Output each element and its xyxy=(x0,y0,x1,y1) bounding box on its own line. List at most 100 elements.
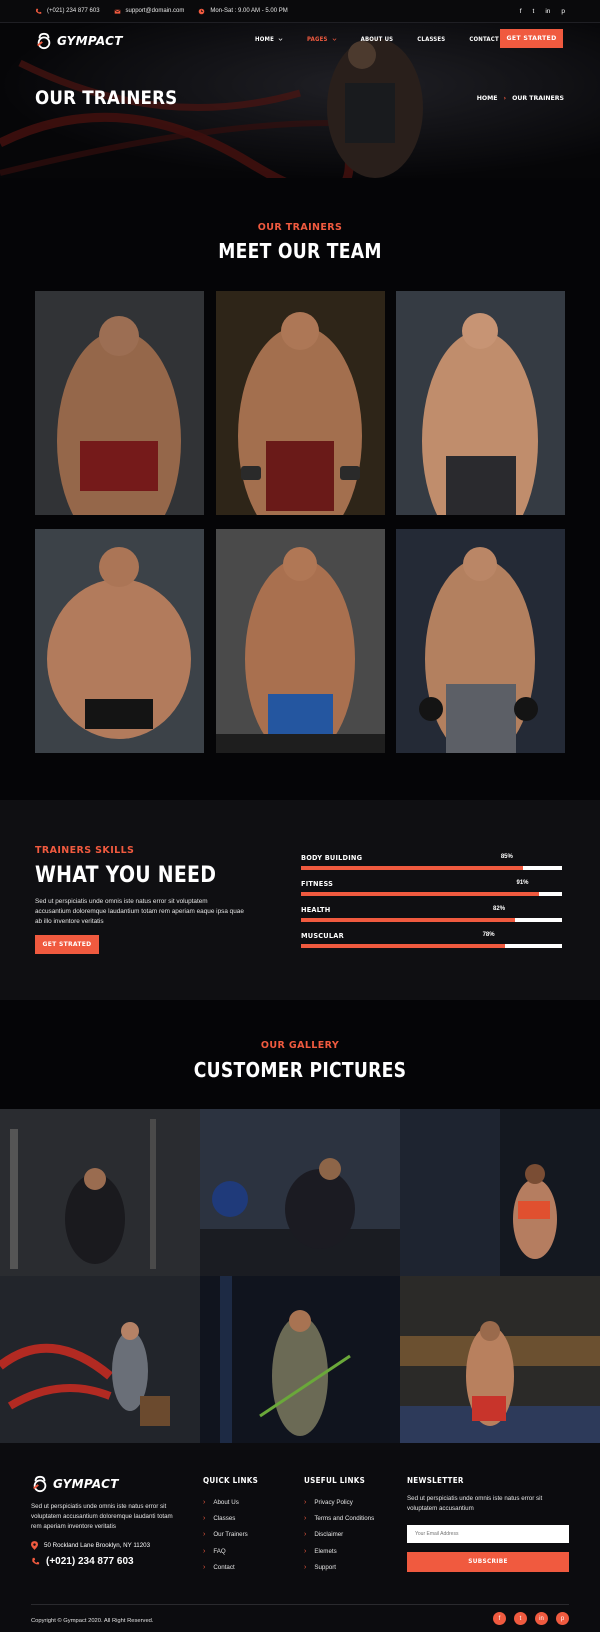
nav-about-us[interactable]: ABOUT US xyxy=(361,36,394,43)
useful-link-item[interactable]: › Privacy Policy xyxy=(304,1494,374,1510)
skill-bar-health: HEALTH 82% xyxy=(301,906,562,922)
trainer-photo xyxy=(216,291,385,515)
skill-percent: 82% xyxy=(493,906,506,912)
skill-percent: 78% xyxy=(482,932,495,938)
instagram-icon[interactable]: in xyxy=(545,8,550,15)
trainer-card[interactable] xyxy=(35,529,204,753)
nav-home[interactable]: HOME xyxy=(255,36,283,43)
useful-link-item[interactable]: › Disclaimer xyxy=(304,1527,374,1543)
quick-link-item[interactable]: › Our Trainers xyxy=(203,1527,264,1543)
gallery-image[interactable] xyxy=(0,1109,200,1276)
chevron-right-icon: › xyxy=(304,1563,307,1571)
gallery-eyebrow: OUR GALLERY xyxy=(260,1040,340,1051)
pinterest-icon[interactable]: p xyxy=(556,1612,569,1625)
nav-classes-label: CLASSES xyxy=(417,36,446,43)
newsletter-text: Sed ut perspiciatis unde omnis iste natu… xyxy=(407,1495,543,1512)
quick-link-item[interactable]: › Classes xyxy=(203,1510,264,1526)
skill-label: HEALTH xyxy=(301,906,331,914)
twitter-icon[interactable]: t xyxy=(533,8,535,15)
chevron-right-icon: › xyxy=(203,1514,206,1522)
mail-icon xyxy=(114,9,121,14)
trainer-photo xyxy=(216,529,385,753)
gallery-image[interactable] xyxy=(200,1109,400,1276)
instagram-icon[interactable]: in xyxy=(535,1612,548,1625)
trainer-card[interactable] xyxy=(396,529,565,753)
facebook-icon[interactable]: f xyxy=(520,8,522,15)
quick-link-item[interactable]: › Contact xyxy=(203,1559,264,1575)
breadcrumb-separator-icon: › xyxy=(503,95,507,102)
gallery-photo xyxy=(200,1109,400,1276)
team-section: OUR TRAINERS MEET OUR TEAM xyxy=(0,178,600,800)
nav-classes[interactable]: CLASSES xyxy=(417,36,445,43)
newsletter: NEWSLETTER Sed ut perspiciatis unde omni… xyxy=(407,1476,569,1572)
hero-banner: GYMPACT HOME PAGES ABOUT US CLASSES CONT… xyxy=(0,23,600,178)
useful-link-item[interactable]: › Elemets xyxy=(304,1543,374,1559)
footer-divider xyxy=(31,1604,569,1605)
newsletter-title: NEWSLETTER xyxy=(407,1476,464,1485)
chevron-right-icon: › xyxy=(203,1531,206,1539)
gallery-photo xyxy=(0,1276,200,1443)
footer-address: 50 Rockland Lane Brooklyn, NY 11203 xyxy=(31,1541,150,1550)
useful-link-item[interactable]: › Terms and Conditions xyxy=(304,1510,374,1526)
useful-link-item[interactable]: › Support xyxy=(304,1559,374,1575)
get-strated-button[interactable]: GET STRATED xyxy=(35,935,99,954)
gallery-photo xyxy=(400,1276,600,1443)
gallery-image[interactable] xyxy=(0,1276,200,1443)
chevron-right-icon: › xyxy=(203,1563,206,1571)
kettlebell-logo-icon xyxy=(33,1475,47,1493)
quick-link-label: Our Trainers xyxy=(213,1531,248,1539)
gallery-image[interactable] xyxy=(400,1109,600,1276)
trainer-photo xyxy=(396,529,565,753)
subscribe-button[interactable]: SUBSCRIBE xyxy=(407,1552,569,1572)
quick-link-item[interactable]: › FAQ xyxy=(203,1543,264,1559)
trainer-card[interactable] xyxy=(35,291,204,515)
useful-links-title: USEFUL LINKS xyxy=(304,1476,366,1485)
gallery-image[interactable] xyxy=(400,1276,600,1443)
nav-pages[interactable]: PAGES xyxy=(307,36,337,43)
quick-link-item[interactable]: › About Us xyxy=(203,1494,264,1510)
topbar-phone-text: (+021) 234 877 603 xyxy=(47,8,100,14)
quick-link-label: Contact xyxy=(213,1563,235,1571)
skill-track xyxy=(301,866,562,870)
skill-percent: 85% xyxy=(500,854,513,860)
footer-logo[interactable]: GYMPACT xyxy=(31,1475,119,1493)
quick-links: QUICK LINKS › About Us › Classes › Our Trai… xyxy=(203,1476,264,1575)
skill-track xyxy=(301,918,562,922)
nav-pages-label: PAGES xyxy=(306,36,328,43)
trainer-card[interactable] xyxy=(216,529,385,753)
topbar-email[interactable]: support@domain.com xyxy=(114,8,184,15)
pinterest-icon[interactable]: p xyxy=(561,8,565,15)
footer: GYMPACT Sed ut perspiciatis unde omnis i… xyxy=(0,1443,600,1632)
skill-bar-fitness: FITNESS 91% xyxy=(301,880,562,896)
gallery-section: OUR GALLERY CUSTOMER PICTURES xyxy=(0,1000,600,1443)
quick-link-label: FAQ xyxy=(213,1547,226,1555)
skill-label: BODY BUILDING xyxy=(301,854,363,862)
logo-text: GYMPACT xyxy=(57,34,123,48)
nav-about-label: ABOUT US xyxy=(360,36,394,43)
topbar-hours: Mon-Sat : 9.00 AM - 5.00 PM xyxy=(198,8,288,15)
footer-phone[interactable]: (+021) 234 877 603 xyxy=(31,1556,134,1567)
gallery-photo xyxy=(200,1276,400,1443)
nav-contact-label: CONTACT xyxy=(469,36,499,43)
phone-icon xyxy=(32,1557,40,1565)
team-eyebrow: OUR TRAINERS xyxy=(257,222,343,233)
topbar-phone[interactable]: (+021) 234 877 603 xyxy=(35,8,100,15)
facebook-icon[interactable]: f xyxy=(493,1612,506,1625)
twitter-icon[interactable]: t xyxy=(514,1612,527,1625)
footer-phone-text: (+021) 234 877 603 xyxy=(46,1556,134,1567)
newsletter-email-input[interactable] xyxy=(407,1525,569,1543)
topbar-social: f t in p xyxy=(520,8,565,15)
gallery-image[interactable] xyxy=(200,1276,400,1443)
trainer-card[interactable] xyxy=(396,291,565,515)
site-logo[interactable]: GYMPACT xyxy=(35,32,123,50)
trainer-card[interactable] xyxy=(216,291,385,515)
skills-eyebrow: TRAINERS SKILLS xyxy=(35,845,135,856)
quick-link-label: Classes xyxy=(213,1514,236,1522)
useful-link-label: Privacy Policy xyxy=(314,1498,353,1506)
nav-home-label: HOME xyxy=(255,36,274,43)
breadcrumb-home[interactable]: HOME xyxy=(477,95,498,102)
skill-bar-muscular: MUSCULAR 78% xyxy=(301,932,562,948)
get-started-button[interactable]: GET STARTED xyxy=(500,29,563,48)
map-pin-icon xyxy=(31,1541,38,1550)
chevron-down-icon xyxy=(332,38,336,41)
